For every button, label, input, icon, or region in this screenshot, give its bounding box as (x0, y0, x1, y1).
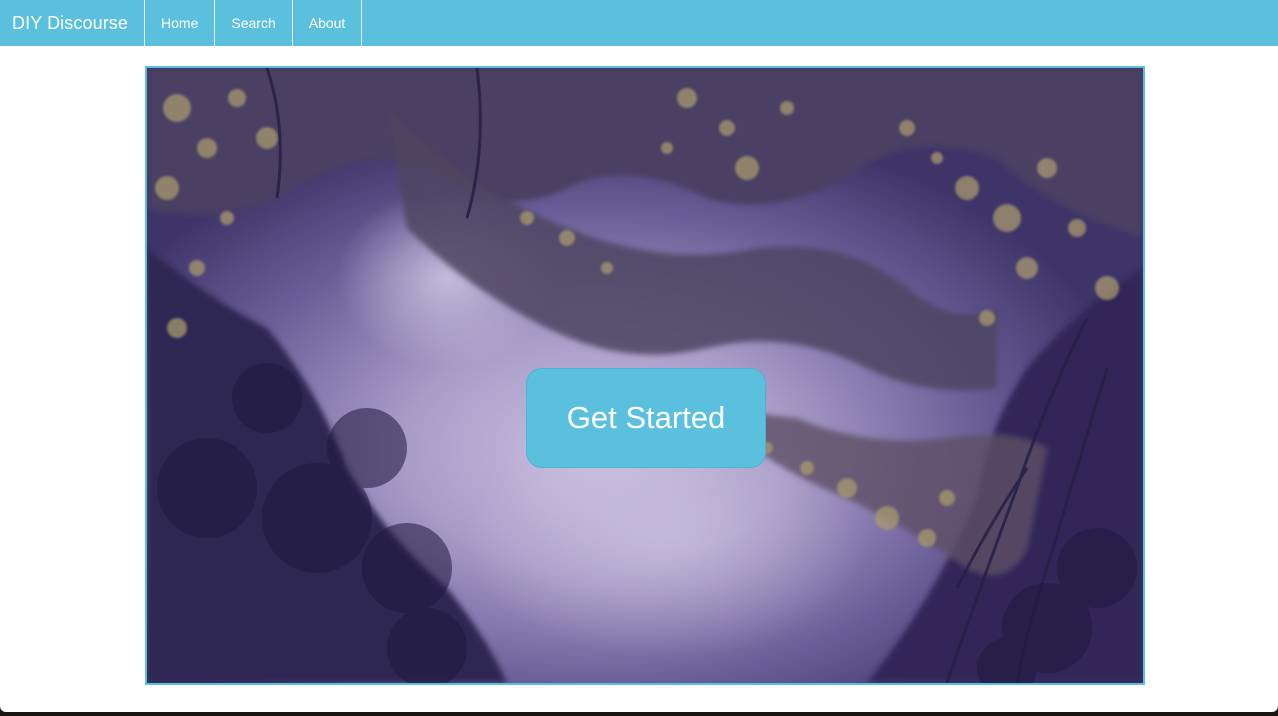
brand-link[interactable]: DIY Discourse (0, 0, 146, 46)
top-navbar: DIY Discourse Home Search About (0, 0, 1278, 46)
browser-page: DIY Discourse Home Search About Get Star… (0, 0, 1278, 712)
nav-link-home[interactable]: Home (145, 0, 216, 46)
get-started-button[interactable]: Get Started (526, 368, 766, 468)
nav-link-search[interactable]: Search (215, 0, 293, 46)
hero-image-panel: Get Started (145, 66, 1145, 685)
nav-link-about[interactable]: About (293, 0, 363, 46)
